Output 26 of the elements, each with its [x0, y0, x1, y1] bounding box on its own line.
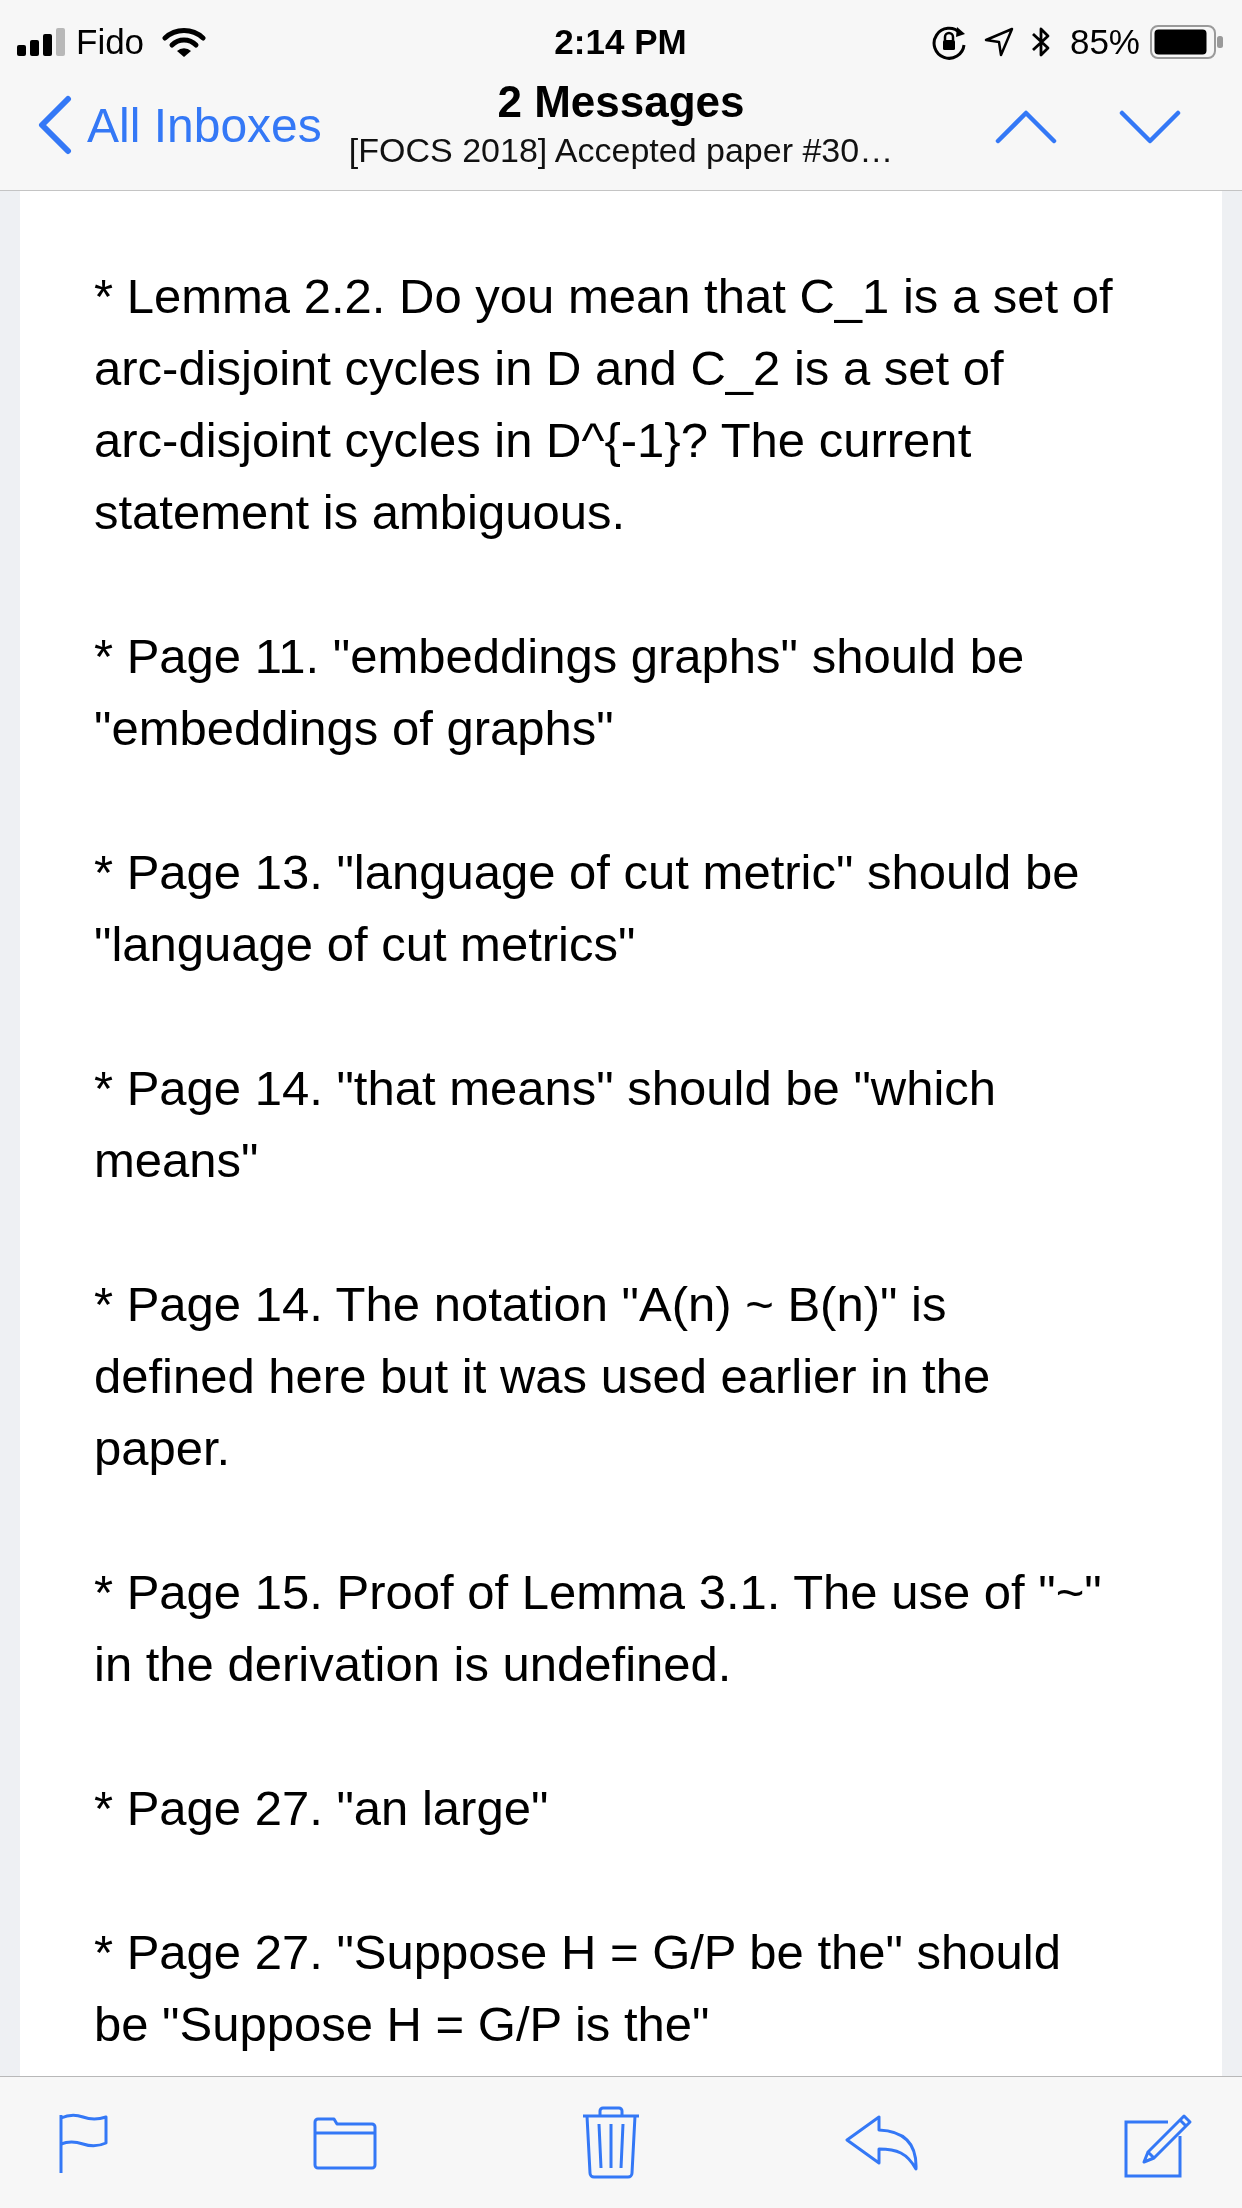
- message-paragraph: * Page 14. The notation "A(n) ~ B(n)" is defined here but it was used earlier in the paper.: [94, 1276, 992, 1477]
- chevron-down-icon[interactable]: [1119, 110, 1181, 144]
- signal-icon: [17, 28, 65, 56]
- thread-title: 2 Messages: [497, 80, 745, 124]
- message-paragraph: * Page 15. Proof of Lemma 3.1. The use of "~" in the derivation is undefined.: [94, 1564, 1103, 1693]
- rotation-lock-icon: [930, 24, 967, 60]
- wifi-icon: [162, 26, 207, 58]
- carrier-name: Fido: [76, 22, 145, 62]
- location-arrow-icon: [983, 27, 1014, 57]
- message-paragraph: * Page 14. "that means" should be "which means": [94, 1060, 998, 1189]
- message-paragraph: * Page 27. "Suppose H = G/P be the" should be "Suppose H = G/P is the": [94, 1924, 1062, 2053]
- thread-subject: [FOCS 2018] Accepted paper #30…: [348, 130, 894, 170]
- battery-percent: 85%: [1069, 22, 1140, 62]
- chevron-up-icon[interactable]: [995, 110, 1057, 144]
- back-button[interactable]: All Inboxes: [36, 95, 322, 155]
- clock-time: 2:14 PM: [554, 22, 687, 62]
- message-paragraph: * Page 13. "language of cut metric" should be "language of cut metrics": [94, 844, 1081, 973]
- chevron-left-icon: [36, 95, 73, 155]
- flag-icon[interactable]: [58, 2112, 108, 2173]
- reply-icon[interactable]: [845, 2114, 919, 2171]
- battery-icon: [1150, 25, 1224, 59]
- message-paragraph: * Page 27. "an large": [94, 1780, 550, 1837]
- message-paragraph: * Page 11. "embeddings graphs" should be "embeddings of graphs": [94, 628, 1026, 757]
- trash-icon[interactable]: [582, 2105, 640, 2180]
- message-paragraph: * Lemma 2.2. Do you mean that C_1 is a set of arc-disjoint cycles in D and C_2 is a set of arc-disjoint cycles in D^{-1}? The current statement is ambiguous.: [94, 268, 1114, 541]
- folder-icon[interactable]: [313, 2115, 377, 2170]
